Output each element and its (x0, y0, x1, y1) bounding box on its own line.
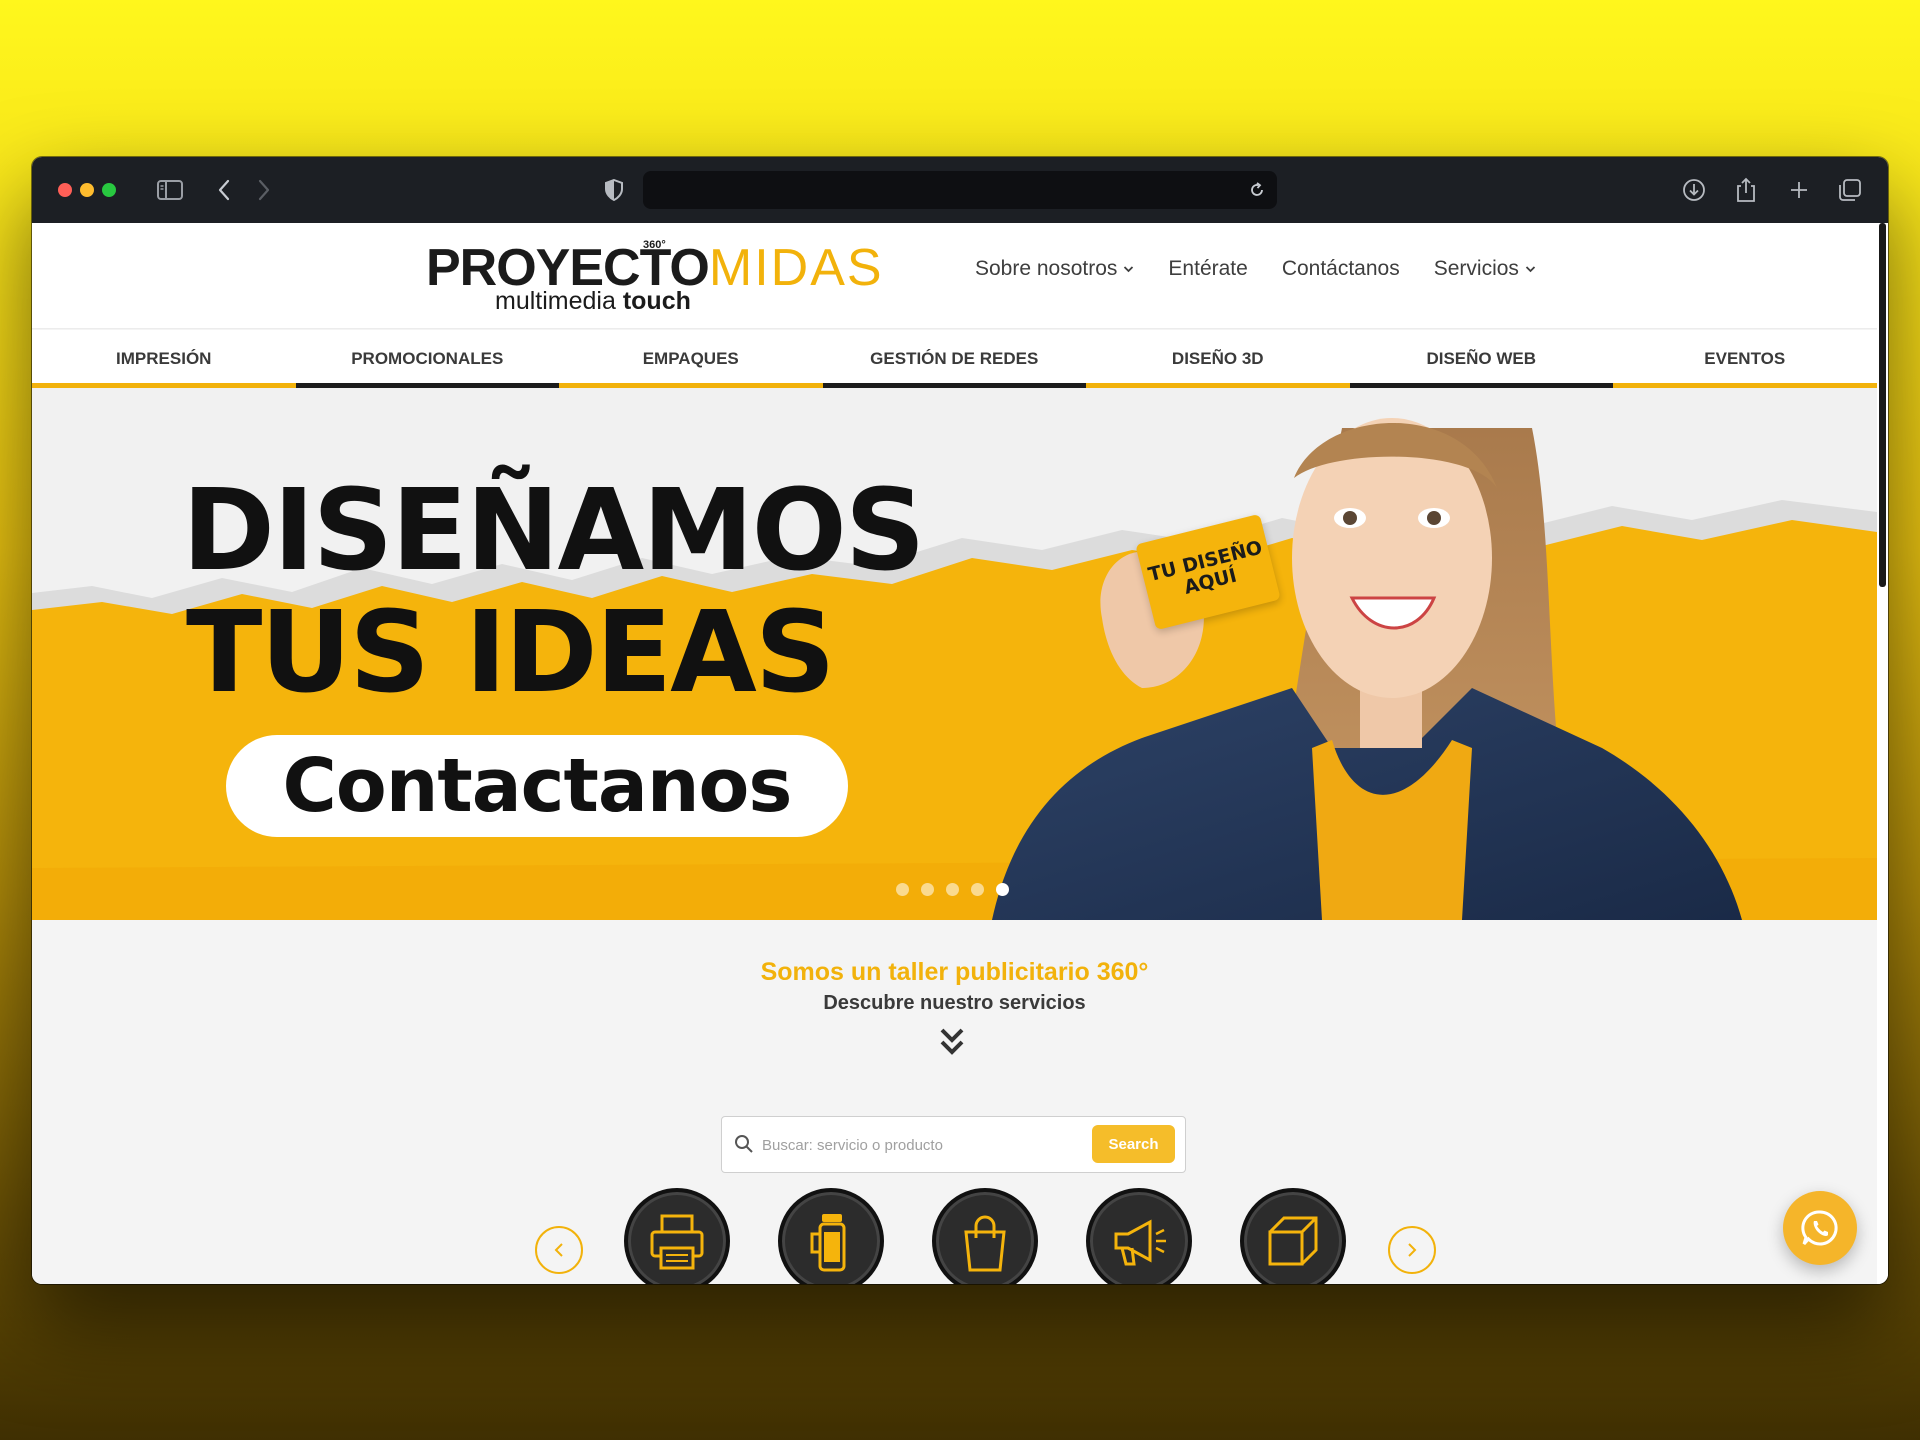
sidebar-icon[interactable] (156, 176, 184, 204)
shield-icon[interactable] (600, 176, 628, 204)
nav-item-enterate[interactable]: Entérate (1168, 257, 1247, 281)
whatsapp-chat-button[interactable] (1783, 1191, 1857, 1265)
category-label: PROMOCIONALES (351, 349, 504, 368)
logo-part2: MIDAS (708, 239, 884, 297)
hero-headline-line1: DISEÑAMOS (182, 466, 926, 596)
category-label: DISEÑO WEB (1426, 349, 1537, 368)
service-promotional[interactable] (778, 1188, 884, 1284)
section-subtitle: Descubre nuestro servicios (823, 992, 1086, 1014)
thermos-icon (810, 1214, 846, 1272)
zoom-window-button[interactable] (102, 183, 116, 197)
slider-dot-1[interactable] (896, 883, 909, 896)
category-impresion[interactable]: IMPRESIÓN (32, 330, 296, 388)
back-icon[interactable] (210, 176, 238, 204)
slider-dots (896, 883, 1009, 896)
category-empaques[interactable]: EMPAQUES (559, 330, 823, 388)
printer-icon (650, 1214, 704, 1270)
cube-icon (1268, 1216, 1318, 1266)
search-box: Search (721, 1116, 1186, 1173)
hero-slider[interactable]: DISEÑAMOS TUS IDEAS Contactanos TU DISEÑ… (32, 388, 1877, 920)
category-label: DISEÑO 3D (1171, 349, 1264, 368)
main-nav: Sobre nosotros Entérate Contáctanos Serv… (975, 257, 1570, 281)
whatsapp-icon (1801, 1210, 1838, 1246)
carousel-prev-button[interactable] (535, 1226, 583, 1274)
nav-item-sobre-nosotros[interactable]: Sobre nosotros (975, 257, 1134, 281)
category-gestion-de-redes[interactable]: GESTIÓN DE REDES (822, 330, 1087, 388)
web-page: PROYECTOMIDAS 360° multimedia touch Sobr… (32, 223, 1877, 1284)
service-3d-design[interactable] (1240, 1188, 1346, 1284)
slider-dot-4[interactable] (971, 883, 984, 896)
logo-badge: 360° (643, 239, 666, 251)
service-printing[interactable] (624, 1188, 730, 1284)
hero-headline-line2: TUS IDEAS (186, 588, 835, 718)
category-label: IMPRESIÓN (116, 349, 212, 368)
chevron-down-icon (1525, 266, 1536, 273)
section-tagline: Somos un taller publicitario 360° (760, 958, 1149, 986)
search-button[interactable]: Search (1092, 1125, 1175, 1163)
browser-window: PROYECTOMIDAS 360° multimedia touch Sobr… (32, 157, 1888, 1284)
category-label: EMPAQUES (642, 349, 739, 368)
services-section: Somos un taller publicitario 360° Descub… (32, 920, 1877, 1284)
category-label: EVENTOS (1704, 349, 1786, 368)
category-diseno-web[interactable]: DISEÑO WEB (1349, 330, 1614, 388)
chevron-right-icon (1408, 1243, 1417, 1257)
carousel-next-button[interactable] (1388, 1226, 1436, 1274)
nav-item-contactanos[interactable]: Contáctanos (1282, 257, 1400, 281)
service-packaging[interactable] (932, 1188, 1038, 1284)
logo-tagline-regular: multimedia (495, 287, 623, 315)
nav-item-servicios[interactable]: Servicios (1434, 257, 1536, 281)
service-social-media[interactable] (1086, 1188, 1192, 1284)
site-header: PROYECTOMIDAS 360° multimedia touch Sobr… (32, 223, 1877, 329)
search-icon (735, 1135, 753, 1153)
new-tab-icon[interactable] (1785, 176, 1813, 204)
slider-dot-2[interactable] (921, 883, 934, 896)
logo-tagline-bold: touch (622, 287, 691, 315)
reload-icon[interactable] (1243, 176, 1271, 204)
double-chevron-down-icon[interactable] (938, 1026, 966, 1058)
search-input[interactable] (762, 1130, 1082, 1160)
nav-item-label: Entérate (1168, 257, 1248, 280)
chevron-down-icon (1124, 266, 1134, 273)
category-diseno-3d[interactable]: DISEÑO 3D (1086, 330, 1350, 388)
category-promocionales[interactable]: PROMOCIONALES (295, 330, 560, 388)
share-icon[interactable] (1732, 176, 1760, 204)
category-nav: IMPRESIÓN PROMOCIONALES EMPAQUES GESTIÓN… (32, 330, 1877, 388)
hero-contact-button[interactable]: Contactanos (226, 735, 848, 837)
nav-item-label: Contáctanos (1281, 257, 1400, 280)
nav-item-label: Sobre nosotros (975, 257, 1118, 280)
page-scrollbar-thumb[interactable] (1879, 223, 1886, 587)
chevron-left-icon (554, 1243, 563, 1257)
browser-toolbar (32, 157, 1888, 223)
address-bar[interactable] (643, 171, 1277, 209)
slider-dot-5[interactable] (996, 883, 1009, 896)
megaphone-icon (1114, 1219, 1166, 1266)
download-icon[interactable] (1680, 176, 1708, 204)
category-label: GESTIÓN DE REDES (870, 349, 1039, 368)
logo-tagline: multimedia touch (495, 287, 691, 315)
shopping-bag-icon (964, 1215, 1006, 1272)
site-logo[interactable]: PROYECTOMIDAS 360° multimedia touch (426, 239, 882, 315)
forward-icon[interactable] (250, 176, 278, 204)
close-window-button[interactable] (58, 183, 72, 197)
category-eventos[interactable]: EVENTOS (1613, 330, 1877, 388)
tabs-overview-icon[interactable] (1836, 176, 1864, 204)
slider-dot-3[interactable] (946, 883, 959, 896)
minimize-window-button[interactable] (80, 183, 94, 197)
nav-item-label: Servicios (1433, 257, 1519, 280)
